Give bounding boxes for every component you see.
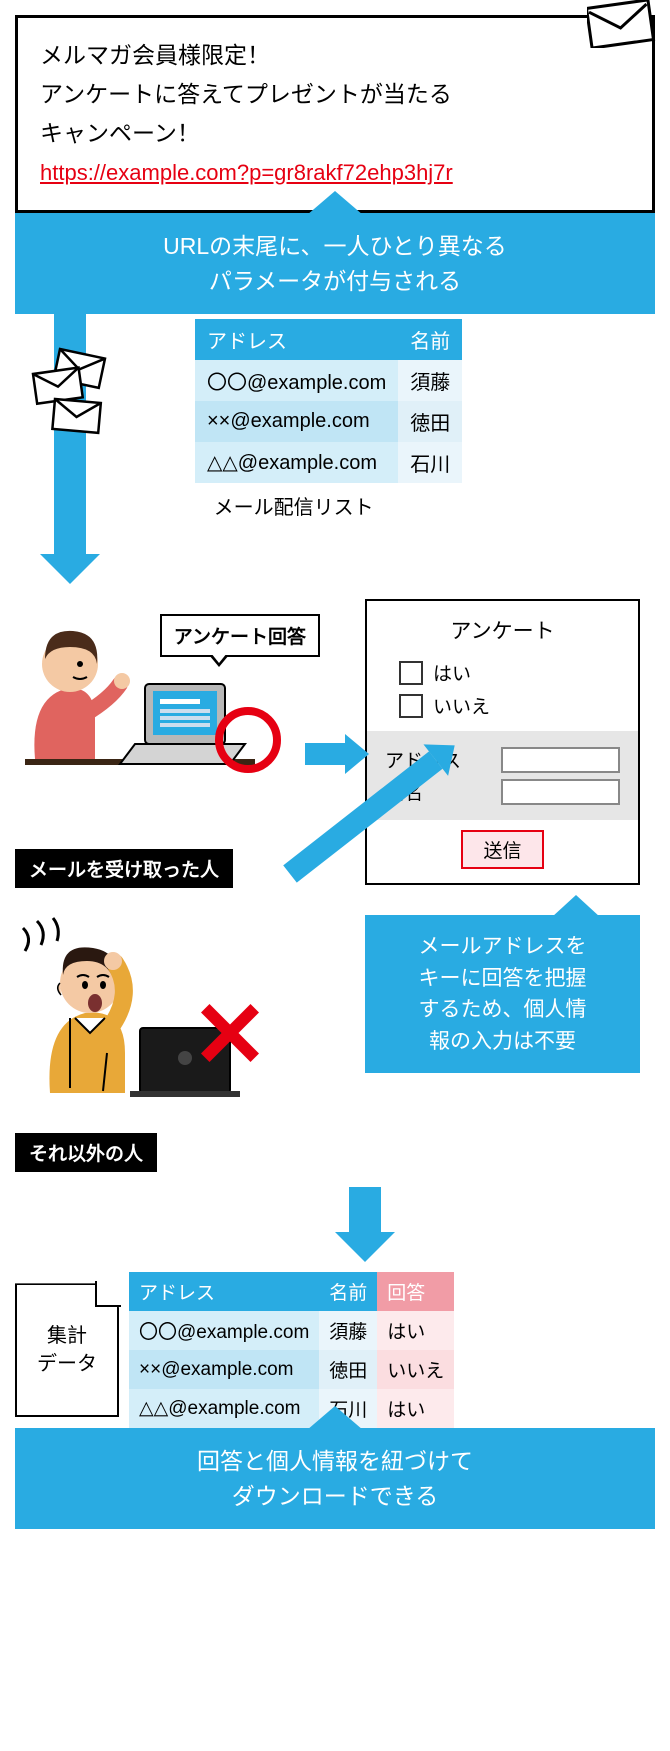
other-person <box>15 913 325 1133</box>
submit-button[interactable]: 送信 <box>461 830 543 869</box>
callout-url-param: URLの末尾に、一人ひとり異なる パラメータが付与される <box>15 213 655 314</box>
callout-text: 回答と個人情報を紐づけて <box>25 1444 645 1479</box>
table-header: アドレス <box>129 1272 319 1311</box>
checkbox-icon[interactable] <box>399 694 423 718</box>
survey-option[interactable]: いいえ <box>399 692 624 719</box>
survey-option[interactable]: はい <box>399 659 624 686</box>
callout-text: キーに回答を把握 <box>375 963 630 995</box>
email-content-box: メルマガ会員様限定！ アンケートに答えてプレゼントが当たる キャンペーン！ ht… <box>15 15 655 213</box>
email-line: メルマガ会員様限定！ <box>40 36 630 75</box>
table-row: ××@example.com徳田 <box>195 401 462 442</box>
table-row: ××@example.com徳田いいえ <box>129 1350 454 1389</box>
speech-bubble: アンケート回答 <box>160 614 320 657</box>
checkbox-icon[interactable] <box>399 661 423 685</box>
callout-text: するため、個人情 <box>375 994 630 1026</box>
envelopes-icon <box>25 344 125 449</box>
result-section: 集計 データ アドレス 名前 回答 〇〇@example.com須藤はい ××@… <box>15 1272 655 1428</box>
callout-pointer-icon <box>307 1406 363 1430</box>
callout-download: 回答と個人情報を紐づけて ダウンロードできる <box>15 1428 655 1529</box>
distribution-section: アドレス 名前 〇〇@example.com須藤 ××@example.com徳… <box>15 314 655 584</box>
callout-pointer-icon <box>307 191 363 215</box>
table-row: △△@example.com石川はい <box>129 1389 454 1428</box>
person-label: メールを受け取った人 <box>15 849 233 888</box>
table-header: アドレス <box>195 319 398 360</box>
email-line: アンケートに答えてプレゼントが当たる <box>40 75 630 114</box>
ng-x-icon <box>200 1003 260 1063</box>
table-row: 〇〇@example.com須藤 <box>195 360 462 401</box>
flow-arrow-down <box>15 314 125 584</box>
address-input[interactable] <box>501 747 620 773</box>
table-header: 回答 <box>377 1272 454 1311</box>
survey-form: アンケート はい いいえ アドレス 氏名 送信 <box>365 599 640 885</box>
envelope-icon <box>587 0 657 48</box>
table-row: △△@example.com石川 <box>195 442 462 483</box>
callout-text: URLの末尾に、一人ひとり異なる <box>25 229 645 264</box>
callout-text: 報の入力は不要 <box>375 1026 630 1058</box>
callout-text: ダウンロードできる <box>25 1479 645 1514</box>
callout-no-personal-info: メールアドレスを キーに回答を把握 するため、個人情 報の入力は不要 <box>365 915 640 1073</box>
table-header: 名前 <box>398 319 462 360</box>
arrow-right-icon <box>305 734 369 774</box>
table-row: 〇〇@example.com須藤はい <box>129 1311 454 1350</box>
result-table: アドレス 名前 回答 〇〇@example.com須藤はい ××@example… <box>129 1272 454 1428</box>
email-url[interactable]: https://example.com?p=gr8rakf72ehp3hj7r <box>40 160 453 185</box>
email-line: キャンペーン！ <box>40 114 630 153</box>
flow-arrow-down <box>335 1187 395 1262</box>
person-label: それ以外の人 <box>15 1133 157 1172</box>
callout-text: パラメータが付与される <box>25 264 645 299</box>
name-input[interactable] <box>501 779 620 805</box>
callout-text: メールアドレスを <box>375 931 630 963</box>
callout-pointer-icon <box>552 895 600 917</box>
survey-section: アンケート回答 <box>15 599 655 1172</box>
table-caption: メール配信リスト <box>125 491 462 520</box>
recipient-person: アンケート回答 <box>15 599 325 849</box>
mail-list-table: アドレス 名前 〇〇@example.com須藤 ××@example.com徳… <box>195 319 462 483</box>
table-header: 名前 <box>319 1272 377 1311</box>
ok-circle-icon <box>215 707 281 773</box>
survey-title: アンケート <box>381 615 624 645</box>
